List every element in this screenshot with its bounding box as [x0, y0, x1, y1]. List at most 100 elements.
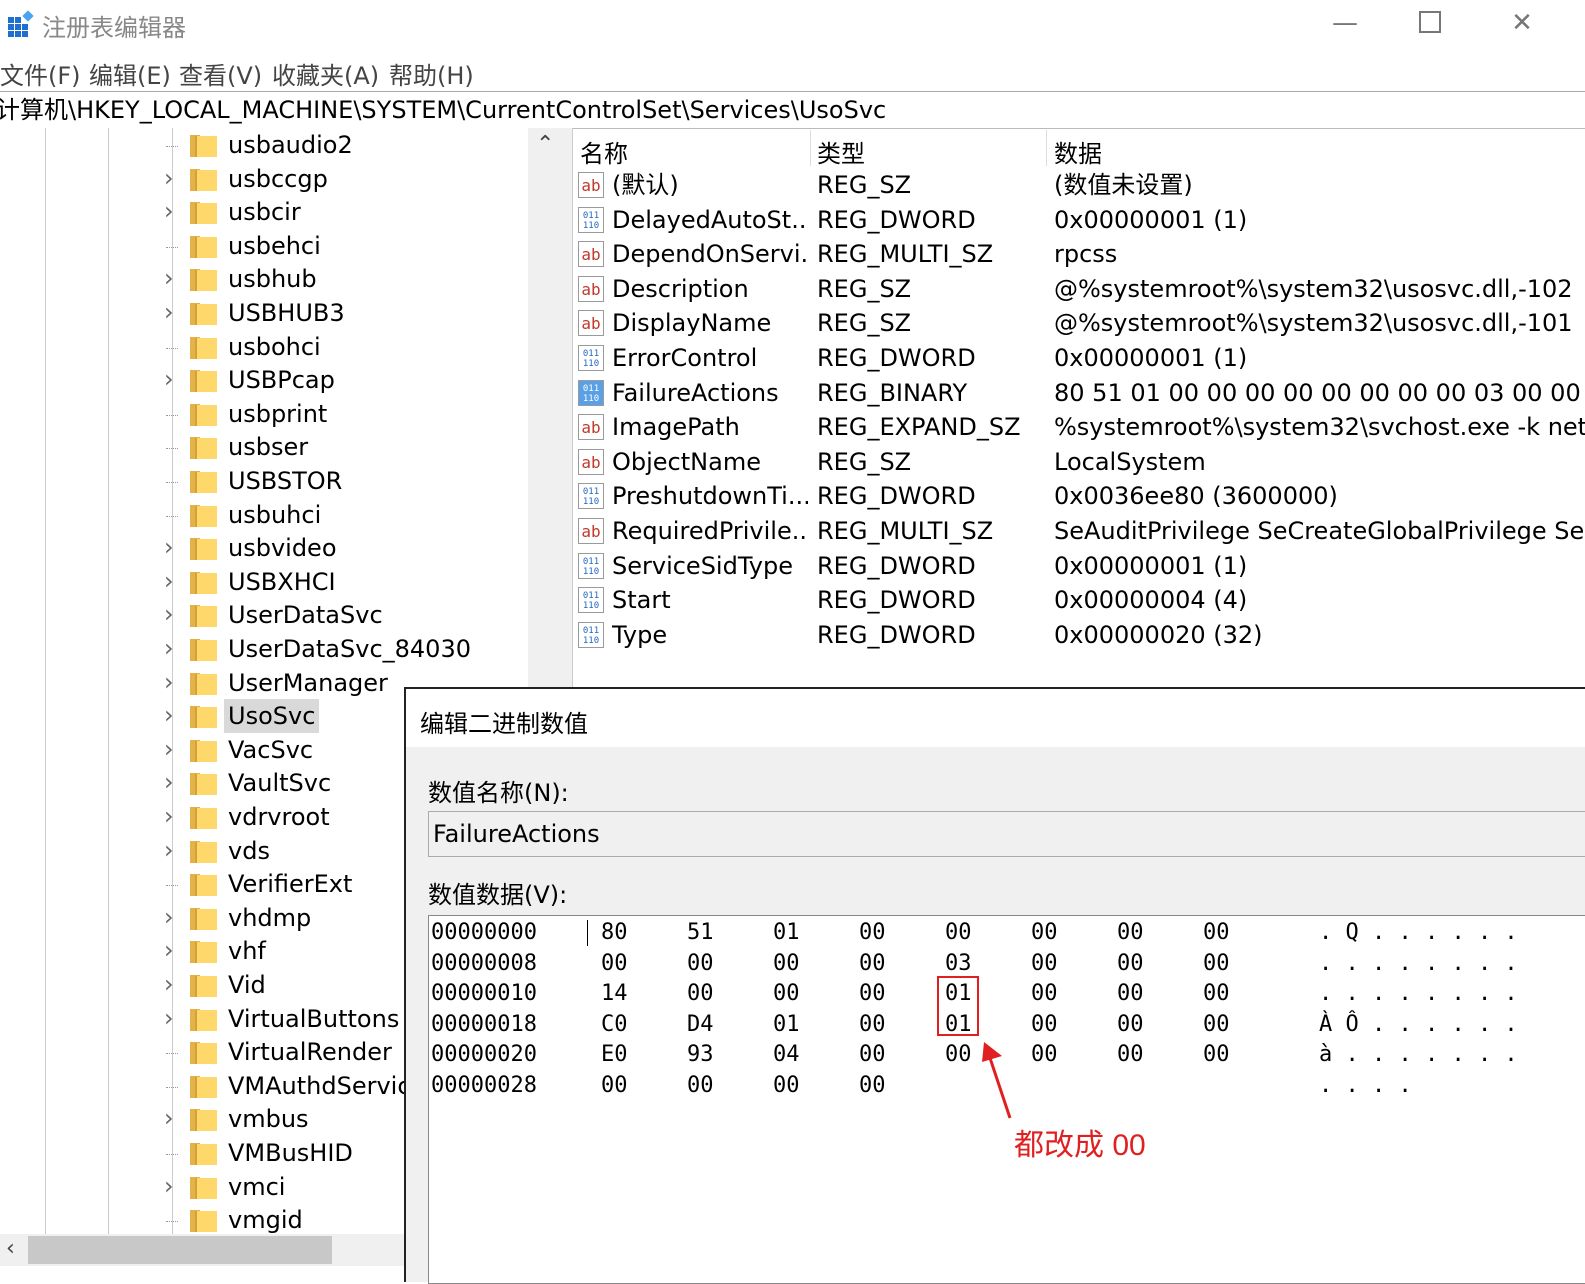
expand-chevron-icon[interactable]: ›	[164, 905, 180, 929]
tree-item[interactable]: usbehci	[160, 229, 540, 263]
hex-row[interactable]: 00000010 14 00 00 00 01 00 00 00. . . . . . . .	[429, 979, 1585, 1009]
expand-chevron-icon[interactable]: ›	[164, 838, 180, 862]
menu-help[interactable]: 帮助(H)	[389, 56, 474, 91]
column-separator[interactable]	[1046, 130, 1047, 166]
scroll-left-icon[interactable]: ‹	[6, 1236, 15, 1261]
hex-byte[interactable]: 00	[1031, 918, 1058, 948]
value-row[interactable]: 011 110 Start REG_DWORD 0x00000004 (4)	[574, 583, 1585, 618]
expand-chevron-icon[interactable]: ›	[164, 1106, 180, 1130]
expand-chevron-icon[interactable]: ›	[164, 199, 180, 223]
tree-item[interactable]: usbprint	[160, 397, 540, 431]
tree-item-label[interactable]: vhf	[224, 934, 270, 968]
value-row[interactable]: ab DependOnServi... REG_MULTI_SZ rpcss	[574, 237, 1585, 272]
column-type-header[interactable]: 类型	[817, 134, 865, 169]
tree-item[interactable]: USBSTOR	[160, 464, 540, 498]
address-bar[interactable]: 计算机\HKEY_LOCAL_MACHINE\SYSTEM\CurrentCon…	[0, 91, 1585, 129]
hex-byte[interactable]: 04	[773, 1040, 800, 1070]
close-button[interactable]: ✕	[1477, 0, 1567, 48]
tree-item-label[interactable]: UsoSvc	[224, 699, 320, 734]
hex-byte[interactable]: 00	[1117, 979, 1144, 1009]
tree-item[interactable]: usbaudio2	[160, 128, 540, 162]
tree-item-label[interactable]: vds	[224, 834, 274, 868]
hex-byte[interactable]: 51	[687, 918, 714, 948]
tree-item[interactable]: › usbcir	[160, 195, 540, 229]
hex-byte[interactable]: 14	[601, 979, 628, 1009]
menu-file[interactable]: 文件(F)	[0, 56, 81, 91]
values-list[interactable]: 名称 类型 数据 ab (默认) REG_SZ (数值未设置) 011 110 Delaye…	[574, 128, 1585, 688]
tree-item-label[interactable]: UserDataSvc	[224, 598, 387, 632]
tree-item-label[interactable]: UserDataSvc_84030	[224, 632, 475, 666]
tree-item-label[interactable]: vmgid	[224, 1203, 307, 1237]
tree-item-label[interactable]: VirtualButtons	[224, 1002, 403, 1036]
column-separator[interactable]	[810, 130, 811, 166]
hex-byte[interactable]: C0	[601, 1010, 628, 1040]
hex-byte[interactable]: E0	[601, 1040, 628, 1070]
hex-byte[interactable]: 00	[1031, 1010, 1058, 1040]
value-row[interactable]: 011 110 ErrorControl REG_DWORD 0x00000001 (1…	[574, 341, 1585, 376]
value-row[interactable]: ab RequiredPrivile... REG_MULTI_SZ SeAuditP…	[574, 514, 1585, 549]
value-row[interactable]: 011 110 FailureActions REG_BINARY 80 51 01 0…	[574, 376, 1585, 411]
tree-item[interactable]: › usbhub	[160, 262, 540, 296]
hex-byte[interactable]: 01	[773, 918, 800, 948]
tree-item-label[interactable]: USBSTOR	[224, 464, 346, 498]
tree-item-label[interactable]: usbvideo	[224, 531, 341, 565]
menu-view[interactable]: 查看(V)	[179, 56, 262, 91]
hex-byte[interactable]: 00	[687, 979, 714, 1009]
expand-chevron-icon[interactable]: ›	[164, 602, 180, 626]
expand-chevron-icon[interactable]: ›	[164, 1006, 180, 1030]
hex-byte[interactable]: 00	[859, 949, 886, 979]
tree-item-label[interactable]: VMAuthdService	[224, 1069, 429, 1103]
hex-byte[interactable]: 00	[1031, 1040, 1058, 1070]
tree-item-label[interactable]: usbcir	[224, 195, 305, 229]
expand-chevron-icon[interactable]: ›	[164, 569, 180, 593]
expand-chevron-icon[interactable]: ›	[164, 636, 180, 660]
hex-byte[interactable]: 00	[1203, 1010, 1230, 1040]
tree-item-label[interactable]: VacSvc	[224, 733, 317, 767]
scroll-up-icon[interactable]: ⌃	[536, 132, 554, 157]
hex-byte[interactable]: 00	[1203, 979, 1230, 1009]
tree-item-label[interactable]: USBXHCI	[224, 565, 340, 599]
tree-item-label[interactable]: VerifierExt	[224, 867, 356, 901]
tree-item[interactable]: › UserDataSvc_84030	[160, 632, 540, 666]
tree-item-label[interactable]: usbehci	[224, 229, 325, 263]
hex-byte[interactable]: 00	[859, 1071, 886, 1101]
hex-byte[interactable]: 00	[1031, 949, 1058, 979]
hex-byte[interactable]: 00	[1203, 918, 1230, 948]
expand-chevron-icon[interactable]: ›	[164, 670, 180, 694]
column-data-header[interactable]: 数据	[1054, 134, 1102, 169]
tree-item[interactable]: › usbvideo	[160, 531, 540, 565]
tree-item-label[interactable]: vhdmp	[224, 901, 315, 935]
pane-splitter[interactable]	[562, 128, 573, 688]
tree-item[interactable]: usbohci	[160, 330, 540, 364]
hex-byte[interactable]: 00	[859, 918, 886, 948]
tree-item-label[interactable]: vmci	[224, 1170, 289, 1204]
value-row[interactable]: ab ImagePath REG_EXPAND_SZ %systemroot%\sys…	[574, 410, 1585, 445]
expand-chevron-icon[interactable]: ›	[164, 367, 180, 391]
menu-edit[interactable]: 编辑(E)	[89, 56, 171, 91]
tree-item-label[interactable]: usbuhci	[224, 498, 325, 532]
hex-byte[interactable]: 00	[859, 1010, 886, 1040]
hex-byte[interactable]: 00	[1031, 979, 1058, 1009]
tree-item-label[interactable]: USBPcap	[224, 363, 339, 397]
hex-byte[interactable]: 00	[601, 1071, 628, 1101]
expand-chevron-icon[interactable]: ›	[164, 535, 180, 559]
hex-row[interactable]: 00000000 80 51 01 00 00 00 00 00. Q . . . . . .	[429, 918, 1585, 948]
tree-vertical-scrollbar[interactable]	[528, 128, 562, 688]
tree-item-label[interactable]: usbohci	[224, 330, 325, 364]
value-row[interactable]: ab DisplayName REG_SZ @%systemroot%\system3…	[574, 306, 1585, 341]
hex-byte[interactable]: 00	[1203, 949, 1230, 979]
value-row[interactable]: 011 110 ServiceSidType REG_DWORD 0x00000001 …	[574, 549, 1585, 584]
hex-byte[interactable]: 00	[1117, 1010, 1144, 1040]
minimize-button[interactable]: —	[1300, 0, 1390, 48]
maximize-button[interactable]	[1385, 0, 1475, 48]
hex-byte[interactable]: 00	[945, 1040, 972, 1070]
tree-item[interactable]: › USBPcap	[160, 363, 540, 397]
tree-item-label[interactable]: VaultSvc	[224, 766, 335, 800]
value-row[interactable]: ab Description REG_SZ @%systemroot%\system3…	[574, 272, 1585, 307]
tree-item-label[interactable]: usbprint	[224, 397, 331, 431]
horizontal-scroll-thumb[interactable]	[28, 1236, 332, 1264]
hex-byte[interactable]: 00	[859, 1040, 886, 1070]
hex-byte[interactable]: 00	[773, 979, 800, 1009]
tree-item-label[interactable]: USBHUB3	[224, 296, 349, 330]
tree-item-label[interactable]: VMBusHID	[224, 1136, 357, 1170]
